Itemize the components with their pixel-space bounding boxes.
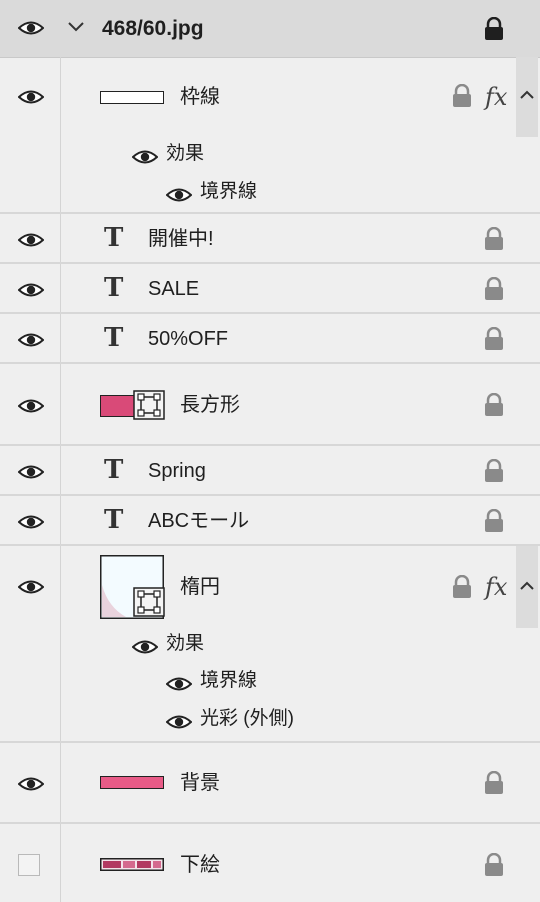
eye-icon[interactable] xyxy=(18,776,44,792)
fx-icon[interactable]: fx xyxy=(485,83,507,111)
lock-icon[interactable] xyxy=(451,84,473,108)
lock-icon[interactable] xyxy=(483,509,505,533)
layer-name: Spring xyxy=(148,460,206,482)
eye-icon[interactable] xyxy=(18,89,44,105)
effects-label: 効果 xyxy=(166,143,205,164)
eye-icon[interactable] xyxy=(18,20,44,36)
lock-icon[interactable] xyxy=(483,327,505,351)
layer-row-ellipse[interactable]: 楕円 fx 効果 境界線 光彩 (外側) xyxy=(0,546,540,743)
eye-icon[interactable] xyxy=(18,282,44,298)
layer-row-sketch[interactable]: 下絵 xyxy=(0,824,540,902)
layer-thumbnail xyxy=(100,395,136,417)
text-layer-icon: T xyxy=(104,455,124,485)
eye-icon[interactable] xyxy=(166,714,192,730)
lock-icon[interactable] xyxy=(483,393,505,417)
shape-badge-icon xyxy=(133,390,165,420)
layer-row-text-off[interactable]: T 50%OFF xyxy=(0,314,540,364)
visibility-checkbox[interactable] xyxy=(18,854,40,876)
layer-row-text-abc[interactable]: T ABCモール xyxy=(0,496,540,546)
text-layer-icon: T xyxy=(104,505,124,535)
lock-icon[interactable] xyxy=(483,459,505,483)
layer-name: SALE xyxy=(148,278,200,300)
effect-stroke-label: 境界線 xyxy=(200,181,258,202)
eye-icon[interactable] xyxy=(166,187,192,203)
layer-row-text-sale[interactable]: T SALE xyxy=(0,264,540,314)
chevron-up-icon xyxy=(520,90,534,99)
collapse-toggle[interactable] xyxy=(516,57,538,137)
layer-row-border[interactable]: 枠線 fx 効果 境界線 xyxy=(0,57,540,214)
chevron-down-icon[interactable] xyxy=(67,20,85,34)
layer-name: 50%OFF xyxy=(148,328,229,350)
eye-icon[interactable] xyxy=(18,398,44,414)
collapse-toggle[interactable] xyxy=(516,546,538,628)
lock-icon[interactable] xyxy=(483,227,505,251)
effect-outer-glow-label: 光彩 (外側) xyxy=(200,708,294,729)
lock-icon[interactable] xyxy=(483,17,505,41)
lock-icon[interactable] xyxy=(483,853,505,877)
lock-icon[interactable] xyxy=(483,771,505,795)
text-layer-icon: T xyxy=(104,223,124,253)
text-layer-icon: T xyxy=(104,273,124,303)
shape-badge-icon xyxy=(133,587,165,617)
lock-icon[interactable] xyxy=(483,277,505,301)
layer-thumbnail xyxy=(100,858,164,871)
eye-icon[interactable] xyxy=(166,676,192,692)
layer-name: 楕円 xyxy=(180,576,220,598)
layer-name: 下絵 xyxy=(180,854,220,876)
eye-icon[interactable] xyxy=(18,232,44,248)
layer-row-text-open[interactable]: T 開催中! xyxy=(0,214,540,264)
eye-icon[interactable] xyxy=(18,332,44,348)
layer-row-rectangle[interactable]: 長方形 xyxy=(0,364,540,446)
eye-icon[interactable] xyxy=(18,464,44,480)
eye-icon[interactable] xyxy=(132,639,158,655)
text-layer-icon: T xyxy=(104,323,124,353)
layer-name: 枠線 xyxy=(180,86,220,108)
eye-icon[interactable] xyxy=(132,149,158,165)
eye-icon[interactable] xyxy=(18,579,44,595)
layer-name: 開催中! xyxy=(148,228,214,250)
group-header[interactable]: 468/60.jpg xyxy=(0,0,540,58)
layer-thumbnail xyxy=(100,776,164,789)
chevron-up-icon xyxy=(520,581,534,590)
layers-panel: 468/60.jpg 枠線 fx 効果 境界線 T 開催中! T SALE T … xyxy=(0,0,540,902)
eye-icon[interactable] xyxy=(18,514,44,530)
layer-thumbnail xyxy=(100,91,164,104)
layer-row-text-spring[interactable]: T Spring xyxy=(0,446,540,496)
layer-name: 長方形 xyxy=(180,394,240,416)
layer-row-background[interactable]: 背景 xyxy=(0,742,540,824)
effects-label: 効果 xyxy=(166,633,205,654)
effect-stroke-label: 境界線 xyxy=(200,670,258,691)
layer-name: ABCモール xyxy=(148,510,250,532)
group-name: 468/60.jpg xyxy=(102,17,204,40)
layer-name: 背景 xyxy=(180,772,220,794)
lock-icon[interactable] xyxy=(451,575,473,599)
fx-icon[interactable]: fx xyxy=(485,573,507,601)
